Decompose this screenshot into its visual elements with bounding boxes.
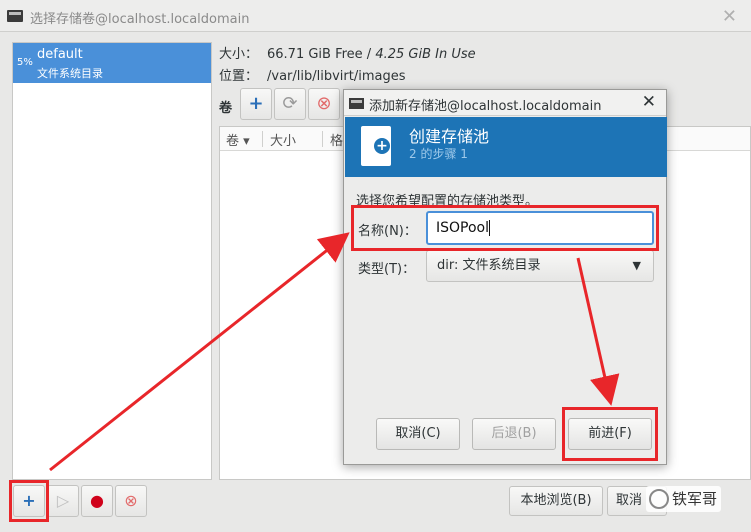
arrow-to-name-field	[49, 232, 350, 472]
arrow-to-forward-button	[576, 257, 620, 406]
annotation-arrows	[49, 232, 620, 472]
